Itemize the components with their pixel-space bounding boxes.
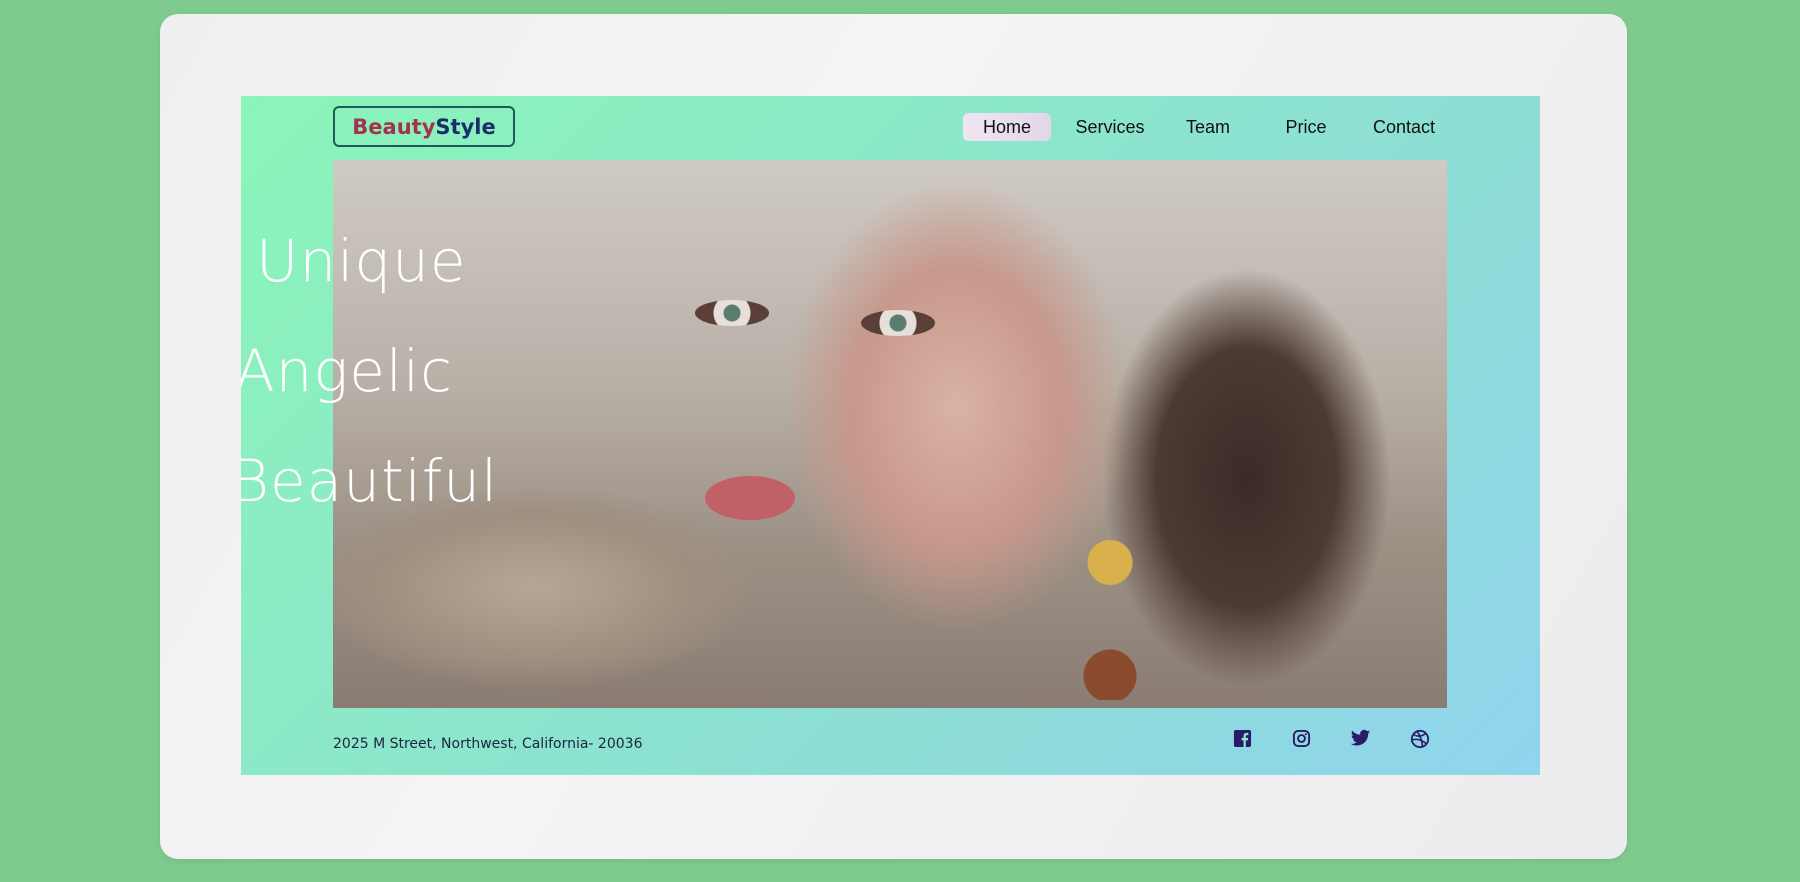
brand-name-part1: Beauty: [352, 114, 436, 139]
website-preview: Beauty Style Home Services Team Price Con…: [241, 96, 1540, 775]
hero-tagline: Unique Angelic Beautiful: [241, 206, 498, 536]
brand-logo[interactable]: Beauty Style: [333, 106, 515, 147]
hero-image: [333, 160, 1447, 708]
social-links: [1232, 728, 1430, 749]
hero-photo-detail: [861, 310, 935, 336]
dribbble-icon[interactable]: [1409, 728, 1430, 749]
nav-item-team[interactable]: Team: [1159, 113, 1257, 141]
hero-photo-detail: [1083, 540, 1137, 700]
twitter-icon[interactable]: [1350, 728, 1371, 749]
hero-photo-detail: [695, 300, 769, 326]
hero-word-angelic: Angelic: [241, 337, 454, 405]
footer-address: 2025 M Street, Northwest, California- 20…: [333, 736, 643, 752]
hero-word-beautiful: Beautiful: [241, 447, 499, 515]
nav-item-price[interactable]: Price: [1257, 113, 1355, 141]
hero-word-unique: Unique: [256, 227, 467, 295]
nav-item-services[interactable]: Services: [1061, 113, 1159, 141]
facebook-icon[interactable]: [1232, 728, 1253, 749]
brand-name-part2: Style: [435, 114, 496, 139]
instagram-icon[interactable]: [1291, 728, 1312, 749]
nav-item-contact[interactable]: Contact: [1355, 113, 1453, 141]
nav-item-home[interactable]: Home: [963, 113, 1051, 141]
hero-photo-detail: [705, 476, 795, 520]
main-nav: Home Services Team Price Contact: [963, 113, 1453, 141]
